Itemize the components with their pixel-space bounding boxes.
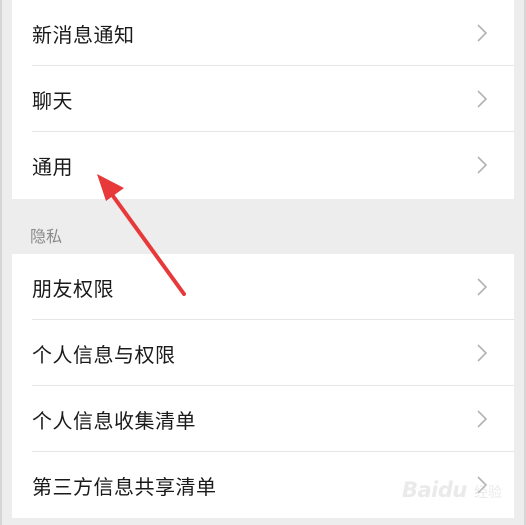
row-label: 个人信息收集清单 <box>32 408 196 433</box>
row-general[interactable]: 通用 <box>12 132 514 198</box>
row-label: 个人信息与权限 <box>32 342 176 367</box>
row-label: 第三方信息共享清单 <box>32 474 217 499</box>
chevron-right-icon <box>477 156 488 174</box>
watermark-text: Baidu <box>402 478 467 502</box>
row-label: 朋友权限 <box>32 276 114 301</box>
settings-group-general: 新消息通知 聊天 通用 <box>12 0 514 199</box>
row-label: 新消息通知 <box>32 22 135 47</box>
section-header-privacy: 隐私 <box>30 227 63 246</box>
row-personal-info-permissions[interactable]: 个人信息与权限 <box>12 320 514 386</box>
chevron-right-icon <box>477 90 488 108</box>
row-personal-info-collection-list[interactable]: 个人信息收集清单 <box>12 386 514 452</box>
chevron-right-icon <box>477 344 488 362</box>
chevron-right-icon <box>477 410 488 428</box>
baidu-watermark-logo: Baidu 经验 <box>402 470 512 510</box>
row-label: 通用 <box>32 154 73 179</box>
watermark-sub: 经验 <box>474 485 502 501</box>
row-label: 聊天 <box>32 88 73 113</box>
chevron-right-icon <box>477 278 488 296</box>
row-friend-permissions[interactable]: 朋友权限 <box>12 254 514 320</box>
row-chat[interactable]: 聊天 <box>12 66 514 132</box>
row-new-message-notification[interactable]: 新消息通知 <box>12 0 514 66</box>
chevron-right-icon <box>477 24 488 42</box>
